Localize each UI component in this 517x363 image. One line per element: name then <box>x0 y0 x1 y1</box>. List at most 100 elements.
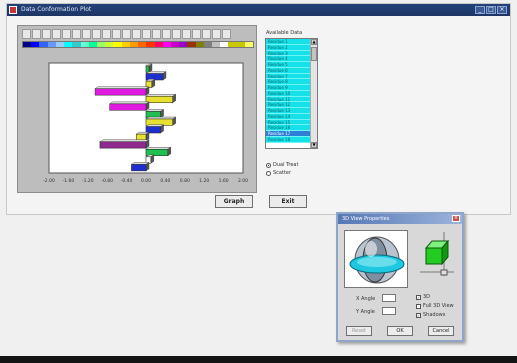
palette-swatch[interactable] <box>23 42 32 47</box>
maximize-button[interactable]: □ <box>486 6 496 14</box>
graph-control: -2.00 -1.60 -1.20 -0.80 -0.40 0.00 0.40 0.80 1.2… <box>17 25 257 193</box>
blank-icon[interactable] <box>192 29 201 39</box>
radio-dual-treat[interactable]: Dual Treat <box>266 162 298 168</box>
palette-swatch[interactable] <box>47 42 56 47</box>
palette-swatch[interactable] <box>179 42 188 47</box>
dialog-title-bar[interactable]: 3D View Properties × <box>338 214 462 224</box>
palette-swatch[interactable] <box>64 42 73 47</box>
palette-swatch[interactable] <box>212 42 221 47</box>
text-icon[interactable] <box>132 29 141 39</box>
palette-swatch[interactable] <box>80 42 89 47</box>
graph-button[interactable]: Graph <box>215 195 253 208</box>
available-data-label: Available Data <box>266 30 303 36</box>
check-3d-label: 3D <box>423 294 431 300</box>
zoom-icon[interactable] <box>32 29 41 39</box>
bar <box>108 101 150 111</box>
x-tick-label: 2.00 <box>238 178 248 184</box>
palette-swatch[interactable] <box>244 42 254 47</box>
x-angle-input[interactable] <box>382 294 396 302</box>
data-listbox[interactable]: Residue 1 Residue 2 Residue 3 Residue 4 Resi… <box>265 38 318 149</box>
reset-button[interactable]: Reset <box>346 326 372 336</box>
ok-button[interactable]: OK <box>387 326 413 336</box>
x-tick-label: 1.60 <box>219 178 229 184</box>
palette-swatch[interactable] <box>129 42 139 47</box>
bar <box>145 146 172 157</box>
check-shadows-box[interactable]: ✓ <box>416 312 421 318</box>
copy-icon[interactable] <box>72 29 81 39</box>
cube-rotate-control[interactable] <box>414 230 458 280</box>
minimize-button[interactable]: _ <box>475 6 485 14</box>
radio-scatter[interactable]: Scatter <box>266 170 291 176</box>
title-bar[interactable]: Data Conformation Plot _ □ × <box>7 4 510 16</box>
scroll-down-icon[interactable]: ▼ <box>311 142 317 148</box>
palette-swatch[interactable] <box>88 42 97 47</box>
palette-swatch[interactable] <box>146 42 155 47</box>
bar <box>145 124 165 134</box>
palette-swatch[interactable] <box>170 42 180 47</box>
y-angle-input[interactable] <box>382 307 396 315</box>
3d-preview[interactable] <box>344 230 408 288</box>
palette-swatch[interactable] <box>220 42 229 47</box>
x-tick-label: 0.00 <box>141 178 151 184</box>
hand-icon[interactable] <box>162 29 171 39</box>
palette-swatch[interactable] <box>203 42 213 47</box>
3d-icon[interactable] <box>92 29 101 39</box>
palette-swatch[interactable] <box>187 42 196 47</box>
palette-swatch[interactable] <box>154 42 163 47</box>
legend-icon[interactable] <box>112 29 121 39</box>
radio-dual-treat-label: Dual Treat <box>273 162 299 168</box>
marker-icon[interactable] <box>122 29 131 39</box>
check-3d[interactable]: ✓ 3D <box>416 294 430 300</box>
blank-icon[interactable] <box>202 29 211 39</box>
print-icon[interactable] <box>52 29 61 39</box>
check-shadows[interactable]: ✓ Shadows <box>416 312 445 318</box>
arrow-icon[interactable] <box>142 29 151 39</box>
grid-icon[interactable] <box>22 29 31 39</box>
pointer-icon[interactable] <box>152 29 161 39</box>
bar-chart[interactable]: -2.00 -1.60 -1.20 -0.80 -0.40 0.00 0.40 0.80 1.2… <box>37 59 249 187</box>
radio-scatter-indicator[interactable] <box>266 170 271 176</box>
y-angle-label: Y Angle <box>356 309 375 315</box>
palette-swatch[interactable] <box>195 42 204 47</box>
dialog-close-button[interactable]: × <box>452 215 460 222</box>
check-full-3d[interactable]: Full 3D View <box>416 303 454 309</box>
exit-button[interactable]: Exit <box>269 195 307 208</box>
blank-icon[interactable] <box>222 29 231 39</box>
palette-swatch[interactable] <box>31 42 40 47</box>
palette-swatch[interactable] <box>55 42 65 47</box>
check-full-3d-box[interactable] <box>416 303 421 309</box>
palette-swatch[interactable] <box>72 42 81 47</box>
taskbar <box>0 356 517 363</box>
palette-swatch[interactable] <box>236 42 245 47</box>
x-tick-label: -2.00 <box>43 178 55 184</box>
palette-swatch[interactable] <box>96 42 106 47</box>
close-button[interactable]: × <box>497 6 507 14</box>
color-icon[interactable] <box>62 29 71 39</box>
palette-swatch[interactable] <box>113 42 122 47</box>
blank-icon[interactable] <box>182 29 191 39</box>
list-item[interactable]: Residue 18 <box>266 136 311 143</box>
palette-swatch[interactable] <box>228 42 237 47</box>
list-scrollbar[interactable]: ▲ ▼ <box>310 39 317 148</box>
cancel-button[interactable]: Cancel <box>428 326 454 336</box>
scroll-up-icon[interactable]: ▲ <box>311 39 317 45</box>
save-icon[interactable] <box>42 29 51 39</box>
scroll-thumb[interactable] <box>311 47 317 61</box>
palette-swatch[interactable] <box>105 42 114 47</box>
x-tick-label: -1.60 <box>63 178 75 184</box>
bar <box>135 131 150 141</box>
x-tick-label: 0.40 <box>160 178 170 184</box>
palette-swatch[interactable] <box>39 42 48 47</box>
color-palette[interactable] <box>22 41 254 48</box>
tool-icon[interactable] <box>172 29 181 39</box>
radio-dual-treat-indicator[interactable] <box>266 162 271 168</box>
check-3d-box[interactable]: ✓ <box>416 294 421 300</box>
palette-swatch[interactable] <box>138 42 147 47</box>
bar <box>145 116 177 126</box>
palette-swatch[interactable] <box>121 42 130 47</box>
rotate-icon[interactable] <box>82 29 91 39</box>
check-full-3d-label: Full 3D View <box>423 303 454 309</box>
axis-icon[interactable] <box>102 29 111 39</box>
palette-swatch[interactable] <box>162 42 171 47</box>
blank-icon[interactable] <box>212 29 221 39</box>
